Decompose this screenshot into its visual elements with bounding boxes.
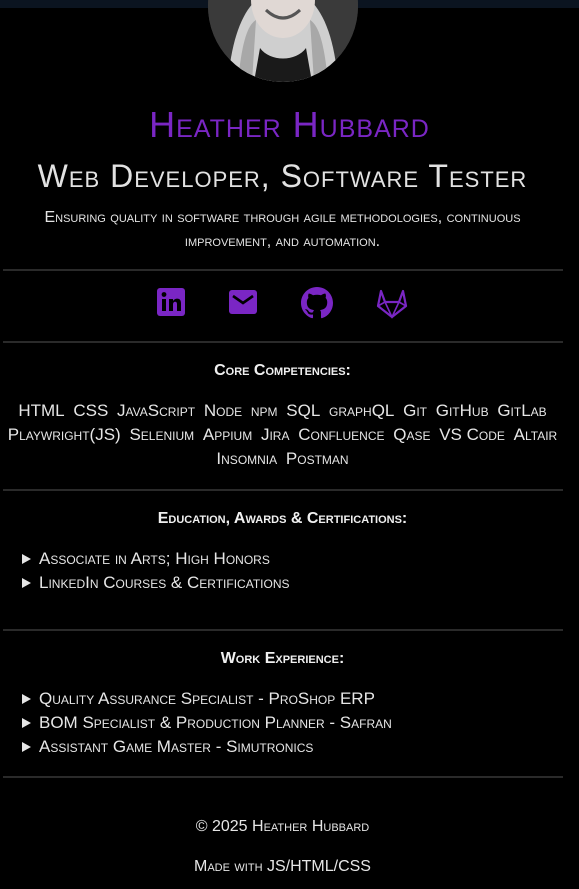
competency-item: Jira xyxy=(260,425,290,444)
divider xyxy=(3,489,563,491)
competency-item: Insomnia xyxy=(216,449,278,468)
mail-icon[interactable] xyxy=(228,287,262,321)
education-title: Education, Awards & Certifications: xyxy=(157,510,408,527)
divider xyxy=(3,776,563,778)
list-item-label: Associate in Arts; High Honors xyxy=(39,549,270,568)
list-item[interactable]: Quality Assurance Specialist - ProShop E… xyxy=(22,687,392,711)
competency-item: graphQL xyxy=(329,401,395,420)
footer-made-with: Made with JS/HTML/CSS xyxy=(194,858,371,875)
competencies-title: Core Competencies: xyxy=(214,362,351,379)
profile-name: Heather Hubbard xyxy=(149,104,430,145)
profile-role: Web Developer, Software Tester xyxy=(37,158,528,194)
profile-tagline: Ensuring quality in software through agi… xyxy=(44,209,521,250)
experience-list: Quality Assurance Specialist - ProShop E… xyxy=(22,687,392,759)
competency-item: GitLab xyxy=(497,401,547,420)
experience-title: Work Experience: xyxy=(220,650,345,667)
competency-item: Confluence xyxy=(298,425,385,444)
avatar xyxy=(208,0,358,82)
footer-copyright: © 2025 Heather Hubbard xyxy=(195,818,370,835)
list-item-label: LinkedIn Courses & Certifications xyxy=(39,573,290,592)
list-item[interactable]: Associate in Arts; High Honors xyxy=(22,547,290,571)
disclosure-triangle-icon[interactable] xyxy=(22,554,31,564)
linkedin-icon[interactable] xyxy=(156,287,190,321)
competency-item: CSS xyxy=(73,401,109,420)
disclosure-triangle-icon[interactable] xyxy=(22,694,31,704)
disclosure-triangle-icon[interactable] xyxy=(22,578,31,588)
competency-item: Git xyxy=(403,401,428,420)
divider xyxy=(3,629,563,631)
competency-item: GitHub xyxy=(435,401,489,420)
competency-item: Qase xyxy=(393,425,431,444)
competency-item: VS Code xyxy=(439,425,505,444)
gitlab-icon[interactable] xyxy=(374,287,408,321)
divider xyxy=(3,269,563,271)
competency-item: SQL xyxy=(286,401,321,420)
github-icon[interactable] xyxy=(301,287,335,321)
competency-item: HTML xyxy=(18,401,65,420)
list-item-label: BOM Specialist & Production Planner - Sa… xyxy=(39,713,392,732)
competency-item: Appium xyxy=(202,425,253,444)
competency-item: Altair xyxy=(513,425,558,444)
education-list: Associate in Arts; High Honors LinkedIn C… xyxy=(22,547,290,595)
list-item[interactable]: LinkedIn Courses & Certifications xyxy=(22,571,290,595)
competency-item: npm xyxy=(250,401,278,420)
divider xyxy=(3,341,563,343)
competency-item: JavaScript xyxy=(117,401,196,420)
list-item-label: Quality Assurance Specialist - ProShop E… xyxy=(39,689,375,708)
competency-item: Playwright(JS) xyxy=(7,425,121,444)
competency-item: Postman xyxy=(285,449,349,468)
competency-item: Selenium xyxy=(129,425,195,444)
list-item[interactable]: BOM Specialist & Production Planner - Sa… xyxy=(22,711,392,735)
social-links xyxy=(150,287,420,323)
disclosure-triangle-icon[interactable] xyxy=(22,742,31,752)
list-item-label: Assistant Game Master - Simutronics xyxy=(39,737,314,756)
list-item[interactable]: Assistant Game Master - Simutronics xyxy=(22,735,392,759)
disclosure-triangle-icon[interactable] xyxy=(22,718,31,728)
competency-item: Node xyxy=(203,401,243,420)
competencies-list: HTML CSS JavaScript Node npm SQL graphQL… xyxy=(4,399,561,471)
